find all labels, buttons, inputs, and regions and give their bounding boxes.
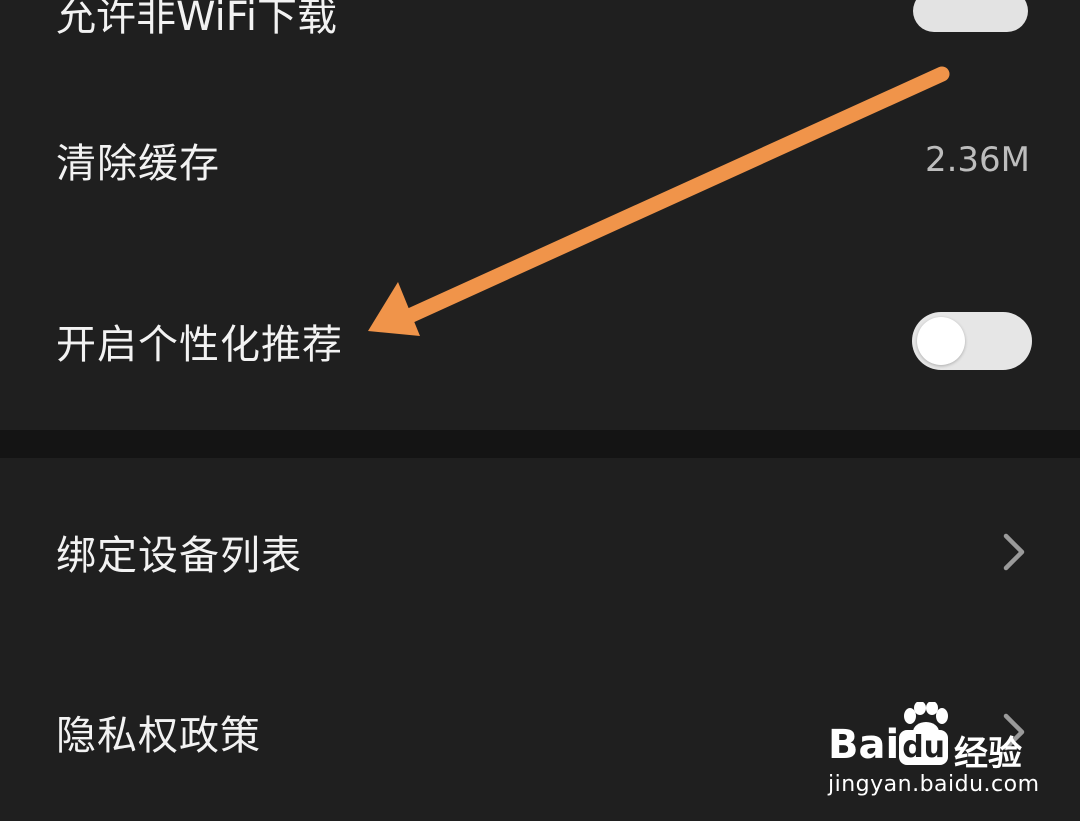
settings-group-general: 允许非WiFi下载 清除缓存 2.36M 开启个性化推荐 bbox=[0, 0, 1080, 430]
watermark-url: jingyan.baidu.com bbox=[828, 772, 1040, 797]
settings-row-label: 开启个性化推荐 bbox=[56, 322, 343, 368]
settings-row-label: 允许非WiFi下载 bbox=[56, 0, 337, 40]
chevron-right-icon bbox=[1003, 533, 1025, 571]
settings-row-bound-devices[interactable]: 绑定设备列表 bbox=[0, 492, 1080, 612]
watermark-brand-cn: 经验 bbox=[954, 734, 1022, 774]
settings-row-non-wifi-download[interactable]: 允许非WiFi下载 bbox=[0, 0, 1080, 60]
baidu-watermark: Bai du 经验 jingyan.baidu.com bbox=[828, 702, 1039, 802]
cache-size-value: 2.36M bbox=[924, 140, 1030, 180]
personalized-recommendation-toggle[interactable] bbox=[912, 312, 1032, 370]
settings-row-personalized-recommendation: 开启个性化推荐 bbox=[0, 281, 1080, 401]
settings-row-label: 清除缓存 bbox=[56, 141, 220, 187]
settings-row-label: 隐私权政策 bbox=[56, 713, 261, 759]
settings-row-clear-cache[interactable]: 清除缓存 2.36M bbox=[0, 100, 1080, 220]
settings-row-label: 绑定设备列表 bbox=[56, 533, 302, 579]
toggle-knob bbox=[917, 317, 965, 365]
non-wifi-download-toggle[interactable] bbox=[913, 0, 1028, 32]
watermark-brand: Bai du bbox=[828, 722, 949, 768]
